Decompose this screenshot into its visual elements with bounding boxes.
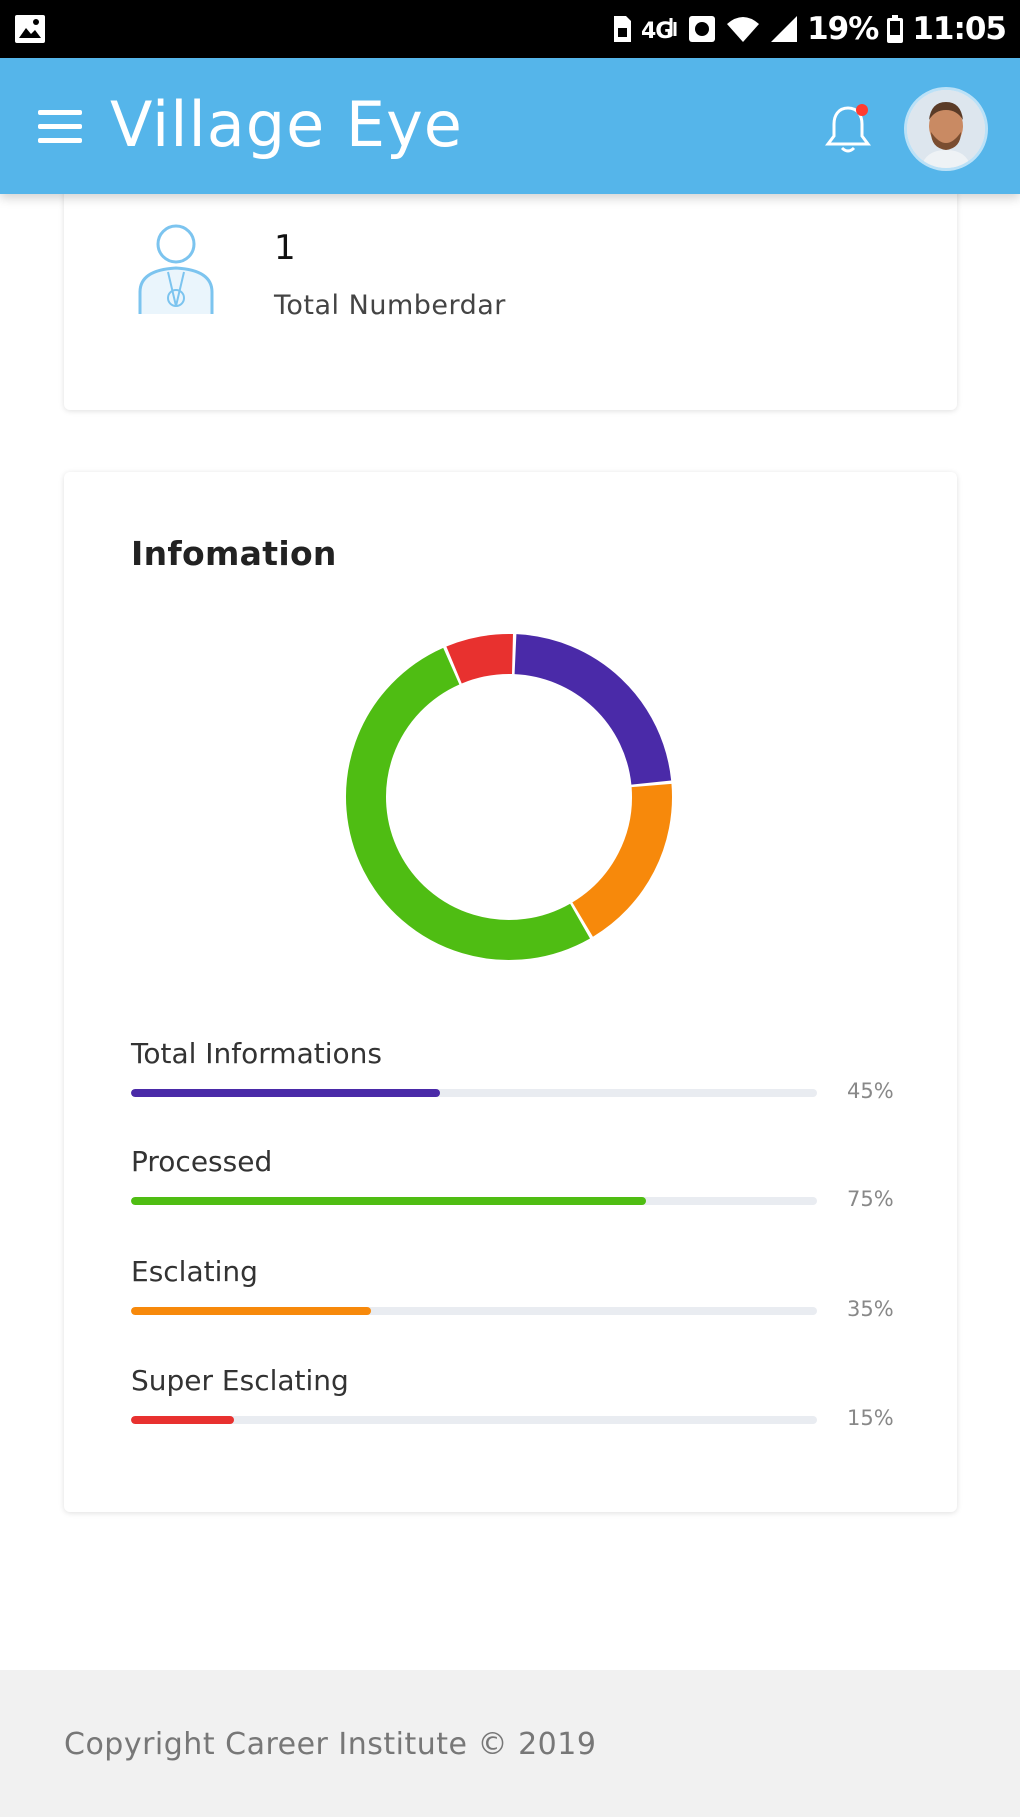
bell-icon[interactable] (820, 98, 876, 158)
notification-badge (856, 104, 868, 116)
user-icon (132, 218, 220, 318)
donut-segment-super-esclating (446, 634, 513, 684)
copyright-text: Copyright Career Institute © 2019 (64, 1727, 597, 1762)
bar-label: Processed (131, 1145, 273, 1178)
donut-segment-processed (346, 647, 590, 960)
gallery-notification-icon (14, 14, 46, 44)
bar-item-processed: Processed 75% (131, 1145, 911, 1235)
avatar[interactable] (907, 90, 985, 168)
progress-track (131, 1416, 817, 1424)
status-left (14, 14, 46, 44)
battery-percent: 19% (807, 11, 879, 47)
volte-icon: 4G (641, 14, 679, 44)
progress-fill (131, 1089, 440, 1097)
progress-track (131, 1089, 817, 1097)
donut-chart (346, 634, 672, 960)
summary-card: 1 Total Numberdar (64, 170, 957, 410)
footer: Copyright Career Institute © 2019 (0, 1670, 1020, 1817)
sim-card-icon (611, 14, 633, 44)
bar-percent: 75% (847, 1187, 894, 1211)
app-title: Village Eye (110, 88, 463, 161)
svg-text:4G: 4G (641, 19, 672, 44)
bar-item-esclating: Esclating 35% (131, 1255, 911, 1345)
total-numberdar-label: Total Numberdar (274, 290, 506, 321)
status-bar: 4G 19% 11:05 (0, 0, 1020, 58)
bar-label: Esclating (131, 1255, 258, 1288)
battery-icon (886, 14, 904, 44)
menu-icon[interactable] (38, 110, 82, 144)
app-bar: Village Eye (0, 58, 1020, 194)
bar-label: Super Esclating (131, 1364, 349, 1397)
signal-icon (769, 14, 799, 44)
bar-percent: 45% (847, 1079, 894, 1103)
progress-fill (131, 1416, 234, 1424)
progress-fill (131, 1307, 372, 1315)
status-right: 4G 19% 11:05 (611, 11, 1007, 47)
bar-percent: 35% (847, 1297, 894, 1321)
progress-track (131, 1197, 817, 1205)
bar-percent: 15% (847, 1406, 894, 1430)
data-saver-icon (687, 14, 717, 44)
bar-label: Total Informations (131, 1037, 382, 1070)
information-title: Infomation (131, 534, 337, 573)
progress-track (131, 1307, 817, 1315)
donut-segment-total-informations (514, 634, 672, 786)
clock: 11:05 (912, 11, 1007, 47)
total-numberdar-value: 1 (274, 228, 296, 268)
donut-segment-escalating (571, 783, 672, 937)
bar-item-super-esclating: Super Esclating 15% (131, 1364, 911, 1454)
wifi-icon (725, 14, 761, 44)
progress-fill (131, 1197, 646, 1205)
information-card: Infomation Total Informations 45% Proces… (64, 472, 957, 1512)
bar-item-total-informations: Total Informations 45% (131, 1037, 911, 1127)
